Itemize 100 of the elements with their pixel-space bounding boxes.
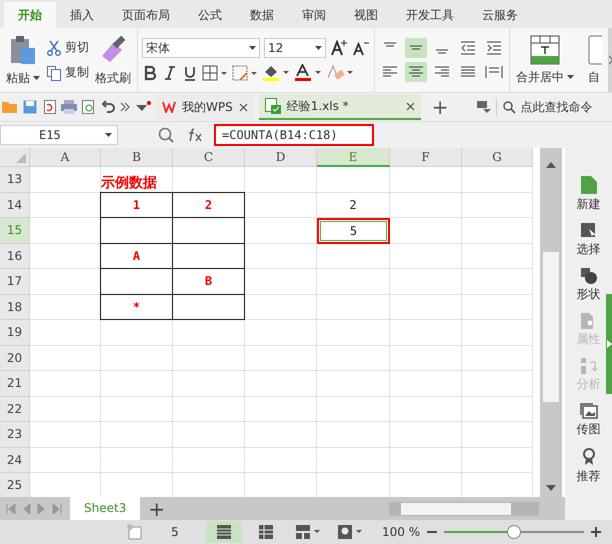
menu-tab[interactable]: 数据 [236,2,288,28]
document-tab[interactable]: 经验1.xls * [258,94,421,120]
cursor-icon [580,223,596,239]
column-header[interactable]: A [30,148,101,167]
grow-font-icon[interactable] [330,39,348,57]
paste-button[interactable]: 粘贴 [4,32,42,88]
menu-tab[interactable]: 视图 [340,2,392,28]
row-header[interactable]: 14 [0,192,30,218]
table-cell[interactable]: * [100,294,173,320]
name-box[interactable]: E15 [0,125,118,145]
vertical-scrollbar[interactable] [540,148,562,497]
font-size-field[interactable]: 12 [264,38,326,58]
formula-field[interactable]: =COUNTA(B14:C18) [214,124,374,146]
table-cell[interactable] [172,294,245,320]
analysis-icon [580,358,596,374]
w-logo-icon [162,101,176,113]
caret-icon [315,46,322,50]
vertical-align-icon[interactable] [405,38,427,58]
menu-tab[interactable]: 插入 [56,2,108,28]
row-header[interactable]: 23 [0,422,30,448]
add-sheet-button[interactable]: + [148,496,166,520]
horizontal-scrollbar[interactable] [389,502,539,516]
more-icon[interactable] [120,101,130,113]
cell-style-icon[interactable] [232,65,258,81]
column-header[interactable]: G [462,148,533,167]
horizontal-align-icon[interactable] [405,62,427,82]
table-cell[interactable]: 2 [172,192,245,218]
menu-tab[interactable]: 开始 [4,2,56,28]
merge-cells-icon [530,34,560,64]
font-color-icon[interactable] [294,64,322,82]
caret-icon [33,76,40,80]
row-header[interactable]: 13 [0,167,30,192]
tab-list-icon[interactable] [477,101,492,113]
menu-tab[interactable]: 开发工具 [392,2,468,28]
select-all-corner[interactable] [0,148,30,167]
print-icon[interactable] [61,100,77,114]
award-icon [582,448,596,466]
row-header[interactable]: 24 [0,448,30,473]
fill-color-icon[interactable] [262,64,290,82]
merge-center-button[interactable]: 合并居中 [514,32,576,88]
document-icon [588,34,602,64]
table-cell[interactable]: 5 [317,218,390,244]
dropdown-icon[interactable] [135,101,151,113]
normal-view-icon[interactable] [206,521,242,543]
underline-icon[interactable] [182,65,198,81]
copy-icon [46,64,62,80]
zoom-formula-icon[interactable] [158,127,174,143]
panel-toggle-tab[interactable] [606,294,612,394]
row-header[interactable]: 21 [0,371,30,396]
cut-button[interactable]: 剪切 [46,39,89,56]
triangle-icon [16,153,26,163]
cell-count-icon [126,524,144,540]
borders-icon[interactable] [202,65,228,81]
command-search-field[interactable]: 点此查找命令 [496,98,592,116]
zoom-thumb[interactable] [507,525,522,539]
close-icon[interactable] [238,102,248,112]
zoom-in-icon[interactable] [590,526,602,538]
column-header[interactable]: B [101,148,173,167]
table-cell[interactable]: 示例数据 [101,167,173,192]
sheet-nav-icon[interactable] [6,504,62,514]
italic-icon[interactable] [162,65,178,81]
sheet-tab[interactable]: Sheet3 [70,497,140,520]
zoom-percentage: 100 % [382,525,420,539]
save-icon[interactable] [23,100,37,114]
column-header[interactable]: D [245,148,317,167]
bold-icon[interactable] [142,65,158,81]
format-painter-button[interactable]: 格式刷 [93,32,133,88]
side-panel-item[interactable]: 新建 [576,176,600,213]
menu-tab[interactable]: 审阅 [288,2,340,28]
row-header[interactable]: 17 [0,269,30,294]
row-header[interactable]: 22 [0,396,30,422]
row-header[interactable]: 18 [0,294,30,320]
folder-icon[interactable] [2,100,18,114]
row-header[interactable]: 25 [0,473,30,497]
document-tab[interactable]: 我的WPS [156,94,254,120]
shrink-font-icon[interactable] [352,39,370,57]
undo-icon[interactable] [101,100,115,114]
menu-tab[interactable]: 云服务 [468,2,532,28]
copy-button[interactable]: 复制 [46,64,89,81]
new-tab-button[interactable]: + [426,95,454,119]
row-header[interactable]: 20 [0,346,30,371]
row-header[interactable]: 19 [0,320,30,346]
function-icon[interactable] [186,127,204,143]
preview-icon[interactable] [82,100,96,114]
side-panel-item[interactable]: 形状 [576,268,600,303]
column-header[interactable]: C [173,148,245,167]
row-header[interactable]: 16 [0,244,30,269]
search-icon [503,100,516,114]
table-cell[interactable]: 2 [317,192,390,218]
auto-button[interactable]: 自 [586,32,604,88]
side-panel-item[interactable]: 推荐 [576,448,600,485]
menu-tab[interactable]: 公式 [184,2,236,28]
table-cell[interactable]: 1 [100,192,173,218]
menu-tab[interactable]: 页面布局 [108,2,184,28]
down-arrow-icon [546,485,556,491]
column-header[interactable]: F [390,148,462,167]
close-icon[interactable] [406,102,415,110]
side-panel-item[interactable]: 传图 [576,403,600,438]
side-panel-item[interactable]: 选择 [576,223,600,258]
font-name-field[interactable]: 宋体 [142,38,260,58]
